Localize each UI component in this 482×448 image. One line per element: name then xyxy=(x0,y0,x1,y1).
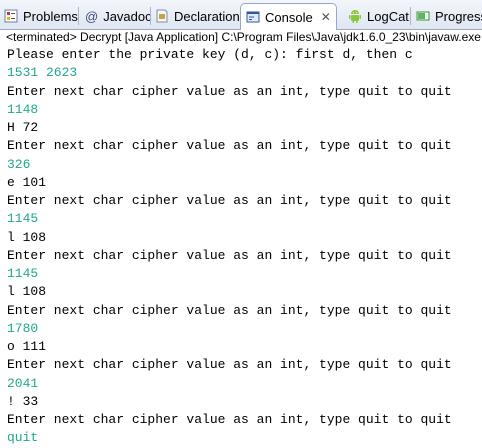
tab-label: Console xyxy=(265,9,313,25)
console-output-line: Enter next char cipher value as an int, … xyxy=(7,247,452,263)
tab-label: Declaration xyxy=(174,8,240,24)
tab-javadoc[interactable]: @ Javadoc xyxy=(85,4,152,28)
console-status-label: <terminated> Decrypt [Java Application] … xyxy=(6,30,481,44)
tab-declaration[interactable]: Declaration xyxy=(155,4,240,28)
tab-label: Problems xyxy=(23,8,78,24)
tab-progress[interactable]: Progress xyxy=(416,4,482,28)
close-tab-icon[interactable]: ✕ xyxy=(321,10,331,24)
console-output-line: H 72 xyxy=(7,120,39,135)
console-output-line: Enter next char cipher value as an int, … xyxy=(7,357,452,373)
console-input-line: 326 xyxy=(7,156,31,172)
console-output-line: Enter next char cipher value as an int, … xyxy=(7,83,452,99)
console-output-line: ! 33 xyxy=(7,393,39,409)
console-input-line: quit xyxy=(7,430,39,446)
console-input-line: 1148 xyxy=(7,101,39,117)
declaration-icon xyxy=(155,9,169,23)
console-output-line: Please enter the private key (d, c): fir… xyxy=(7,47,413,62)
problems-icon xyxy=(4,9,18,23)
javadoc-icon: @ xyxy=(85,8,99,24)
console-icon xyxy=(246,10,260,24)
tab-separator xyxy=(410,7,411,25)
progress-icon xyxy=(416,10,430,22)
console-output-line: l 108 xyxy=(7,229,47,245)
console-input-line: 1145 xyxy=(7,266,39,281)
console-input-line: 1780 xyxy=(7,320,39,336)
android-icon xyxy=(348,8,362,24)
tab-label: LogCat xyxy=(367,8,409,24)
tab-label: Javadoc xyxy=(103,8,152,24)
tab-logcat[interactable]: LogCat xyxy=(348,4,409,28)
console-input-line: 2041 xyxy=(7,375,39,391)
tab-problems[interactable]: Problems xyxy=(4,4,78,28)
console-output-line: o 111 xyxy=(7,339,47,354)
console-output-line: l 108 xyxy=(7,284,47,300)
console-output-line: Enter next char cipher value as an int, … xyxy=(7,412,452,427)
console-input-line: 1531 2623 xyxy=(7,65,78,81)
view-tab-bar: Problems @ Javadoc Declaration Console ✕ xyxy=(0,0,482,30)
console-output-line: Enter next char cipher value as an int, … xyxy=(7,302,452,318)
console-output-line: Enter next char cipher value as an int, … xyxy=(7,138,452,154)
console-input-line: 1145 xyxy=(7,211,39,227)
tab-separator xyxy=(78,7,79,25)
console-output[interactable]: Please enter the private key (d, c): fir… xyxy=(0,46,482,445)
tab-separator xyxy=(150,7,151,25)
tab-console[interactable]: Console ✕ xyxy=(240,3,337,30)
console-output-line: e 101 xyxy=(7,174,47,190)
console-output-line: Enter next char cipher value as an int, … xyxy=(7,193,452,208)
tab-label: Progress xyxy=(435,8,482,24)
